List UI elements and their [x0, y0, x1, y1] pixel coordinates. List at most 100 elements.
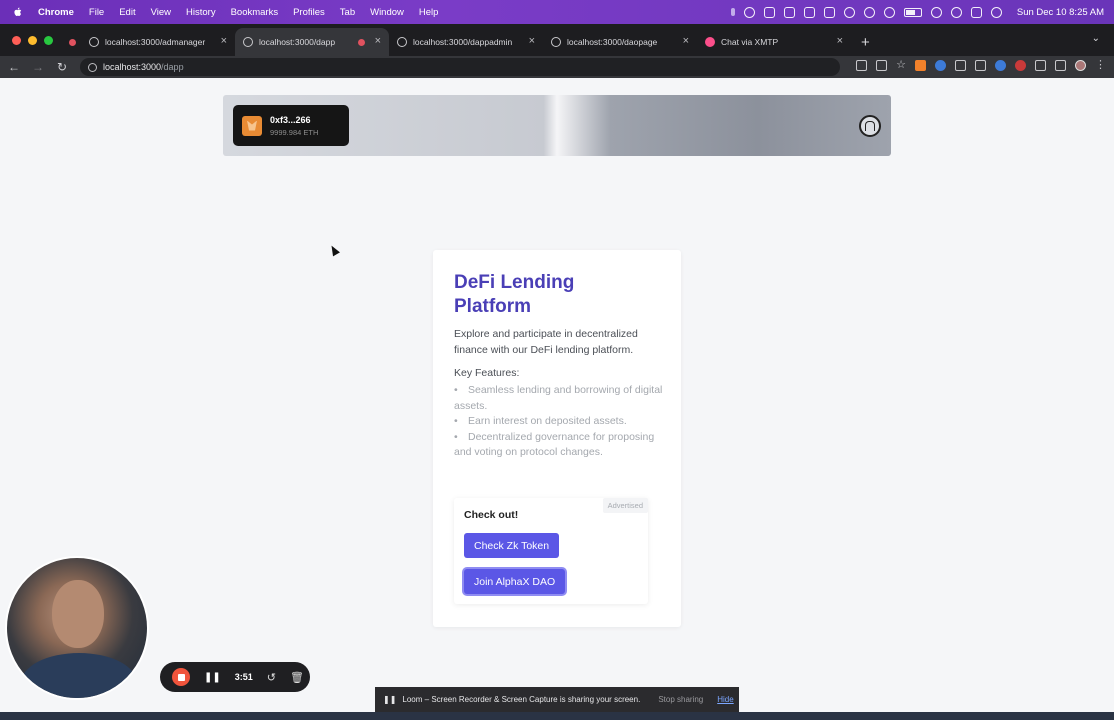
more-menu-icon[interactable]: ⋮	[1095, 60, 1106, 71]
header-banner: 0xf3...266 9999.984 ETH	[223, 95, 891, 156]
tab-daopage[interactable]: localhost:3000/daopage ×	[543, 28, 697, 56]
site-info-icon[interactable]	[88, 62, 97, 72]
hide-button[interactable]: Hide	[717, 695, 733, 704]
siri-icon[interactable]	[990, 6, 1002, 18]
menu-app-chrome[interactable]: Chrome	[38, 7, 74, 18]
recording-dot-icon	[68, 38, 76, 46]
menu-view[interactable]: View	[151, 7, 171, 18]
wallet-info: 0xf3...266 9999.984 ETH	[270, 115, 318, 137]
loom-camera-bubble[interactable]	[5, 556, 149, 700]
feature-item: • Earn interest on deposited assets.	[454, 414, 664, 430]
vpn-icon[interactable]	[843, 6, 855, 18]
bullet-icon: •	[454, 384, 458, 396]
apple-icon[interactable]	[12, 6, 24, 18]
trash-icon[interactable]: 🗑	[290, 671, 304, 684]
close-window-button[interactable]	[12, 35, 21, 45]
feature-item: • Seamless lending and borrowing of digit…	[454, 383, 664, 414]
restart-icon[interactable]: ↺	[267, 671, 276, 684]
wallet-address: 0xf3...266	[270, 114, 311, 125]
close-tab-icon[interactable]: ×	[837, 35, 843, 47]
side-panel-icon[interactable]	[1055, 60, 1066, 71]
spotlight-search-icon[interactable]	[950, 6, 962, 18]
menu-file[interactable]: File	[89, 7, 104, 18]
share-icon[interactable]	[876, 60, 888, 71]
menu-history[interactable]: History	[186, 7, 216, 18]
react-devtools-icon[interactable]	[975, 60, 986, 71]
recorder-extension-icon[interactable]	[1015, 60, 1026, 71]
address-path: /dapp	[161, 62, 184, 72]
maximize-window-button[interactable]	[44, 35, 53, 45]
close-tab-icon[interactable]: ×	[375, 35, 381, 47]
tab-dapp[interactable]: localhost:3000/dapp ×	[235, 28, 389, 56]
new-tab-button[interactable]: +	[851, 28, 880, 56]
advertised-badge: Advertised	[602, 498, 648, 513]
play-icon[interactable]	[883, 6, 895, 18]
globe-icon	[551, 37, 561, 47]
close-tab-icon[interactable]: ×	[529, 35, 535, 47]
notion-icon[interactable]	[763, 6, 775, 18]
menu-help[interactable]: Help	[419, 7, 439, 18]
menu-edit[interactable]: Edit	[119, 7, 135, 18]
menu-profiles[interactable]: Profiles	[293, 7, 325, 18]
metamask-extension-icon[interactable]	[915, 60, 926, 71]
bullet-icon: •	[454, 415, 458, 427]
stop-sharing-button[interactable]: Stop sharing	[658, 695, 703, 704]
tab-title: localhost:3000/admanager	[105, 37, 206, 47]
close-tab-icon[interactable]: ×	[683, 35, 689, 47]
globe-icon	[397, 37, 407, 47]
address-host: localhost:3000	[103, 62, 162, 72]
card-title: DeFi Lending Platform	[454, 272, 575, 317]
recording-timer: 3:51	[234, 672, 253, 682]
wallet-balance: 9999.984 ETH	[270, 127, 319, 137]
wifi-icon[interactable]	[930, 6, 942, 18]
bullet-icon: •	[454, 430, 458, 443]
check-zk-token-button[interactable]: Check Zk Token	[464, 533, 560, 558]
forward-arrow-icon[interactable]: →	[28, 60, 48, 74]
tab-xmtp-chat[interactable]: Chat via XMTP ×	[697, 28, 851, 56]
extensions-puzzle-icon[interactable]	[1035, 60, 1046, 71]
wallet-extension-icon[interactable]	[995, 60, 1006, 71]
battery-icon[interactable]	[903, 7, 922, 17]
mouse-cursor-icon	[328, 243, 340, 257]
bookmark-star-icon[interactable]: ☆	[896, 60, 906, 71]
close-tab-icon[interactable]: ×	[221, 35, 227, 47]
browser-tab-strip: localhost:3000/admanager × localhost:300…	[0, 24, 1114, 56]
tab-search-chevron-icon[interactable]: ⌄	[1092, 33, 1100, 44]
features-list: • Seamless lending and borrowing of digit…	[454, 383, 664, 461]
menubar-status-area: Sun Dec 10 8:25 AM	[730, 0, 1104, 24]
sync-icon[interactable]	[783, 6, 795, 18]
profile-avatar[interactable]	[1075, 60, 1086, 71]
back-arrow-icon[interactable]: ←	[4, 60, 24, 74]
password-manager-icon[interactable]	[935, 60, 946, 71]
extension-icon[interactable]	[955, 60, 966, 71]
reload-icon[interactable]: ↻	[52, 60, 72, 74]
camera-icon[interactable]	[856, 60, 868, 71]
page-viewport: 0xf3...266 9999.984 ETH DeFi Lending Pla…	[0, 78, 1114, 720]
feature-text: Seamless lending and borrowing of digita…	[454, 384, 663, 412]
feature-text: Decentralized governance for proposing a…	[454, 430, 655, 459]
stop-recording-button[interactable]	[172, 668, 190, 686]
menu-window[interactable]: Window	[370, 7, 404, 18]
extensions-area: ☆ ⋮	[856, 60, 1106, 71]
wallet-button[interactable]: 0xf3...266 9999.984 ETH	[233, 105, 349, 146]
join-alphax-dao-button[interactable]: Join AlphaX DAO	[464, 569, 566, 594]
loom-status-icon[interactable]	[863, 6, 875, 18]
control-center-icon[interactable]	[970, 6, 982, 18]
address-bar[interactable]: localhost:3000/dapp	[80, 58, 840, 76]
pause-recording-button[interactable]: ❚❚	[204, 672, 221, 683]
pause-icon: ❚❚	[383, 695, 397, 704]
tab-admanager[interactable]: localhost:3000/admanager ×	[81, 28, 235, 56]
github-icon[interactable]	[859, 115, 881, 137]
minimize-window-button[interactable]	[28, 35, 37, 45]
wechat-icon[interactable]	[743, 6, 755, 18]
menubar-clock[interactable]: Sun Dec 10 8:25 AM	[1017, 7, 1104, 18]
tab-dappadmin[interactable]: localhost:3000/dappadmin ×	[389, 28, 543, 56]
feather-icon[interactable]	[823, 6, 835, 18]
feature-text: Earn interest on deposited assets.	[468, 415, 627, 427]
card-intro: Explore and participate in decentralized…	[454, 328, 638, 356]
bear-icon[interactable]	[803, 6, 815, 18]
menu-bookmarks[interactable]: Bookmarks	[231, 7, 279, 18]
presenter-face	[52, 580, 104, 648]
menu-tab[interactable]: Tab	[340, 7, 355, 18]
feature-item: • Decentralized governance for proposing …	[454, 430, 664, 461]
